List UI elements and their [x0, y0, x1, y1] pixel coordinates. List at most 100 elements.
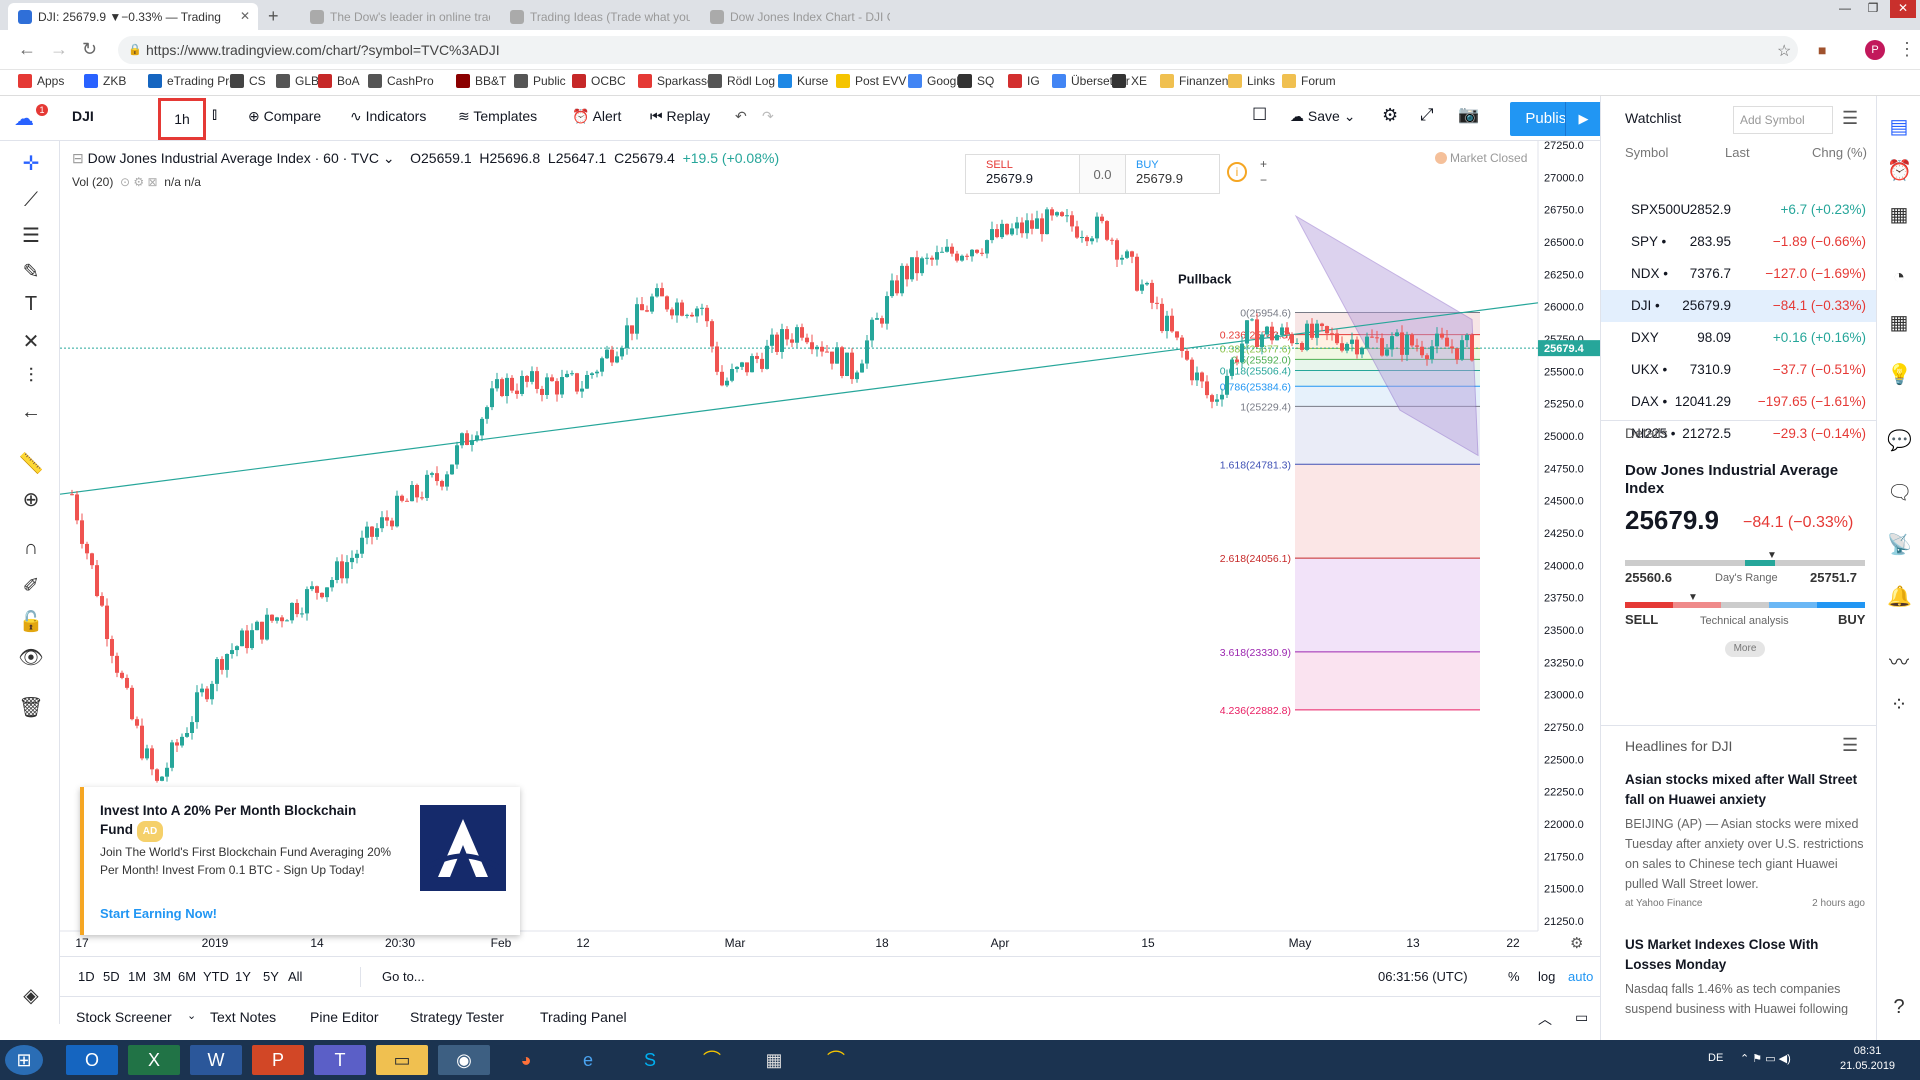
bookmark-item[interactable]: Finanzen: [1160, 74, 1228, 88]
horizontal-lines-icon[interactable]: ☰: [18, 223, 44, 248]
goto-button[interactable]: Go to...: [382, 969, 425, 984]
rainbow-app-icon[interactable]: ⌒: [686, 1045, 738, 1075]
clock[interactable]: 08:31 21.05.2019: [1840, 1044, 1895, 1074]
brush-icon[interactable]: ✎: [18, 259, 44, 284]
start-button-icon[interactable]: ⊞: [5, 1045, 43, 1075]
auto-scale-button[interactable]: auto: [1568, 969, 1593, 984]
lock-drawings-icon[interactable]: 🔓: [18, 609, 44, 634]
calendar-icon[interactable]: ▦: [1887, 310, 1911, 335]
collapse-icon[interactable]: ⊟: [72, 150, 88, 166]
dom-icon[interactable]: ⁘: [1887, 692, 1911, 717]
watchlist-menu-icon[interactable]: ☰: [1842, 108, 1858, 129]
browser-tab[interactable]: Trading Ideas (Trade what you s: [500, 3, 690, 30]
url-field[interactable]: 🔒 https://www.tradingview.com/chart/?symb…: [118, 36, 1798, 64]
watchlist-row[interactable]: SPY • 283.95 −1.89 (−0.66%): [1601, 226, 1876, 258]
ideas-bulb-icon[interactable]: 💡: [1887, 362, 1912, 387]
bookmark-item[interactable]: Apps: [18, 74, 64, 88]
new-tab-icon[interactable]: +: [268, 6, 279, 27]
news-item[interactable]: Asian stocks mixed after Wall Street fal…: [1625, 770, 1865, 909]
ie-icon[interactable]: e: [562, 1045, 614, 1075]
language-indicator[interactable]: DE: [1708, 1052, 1723, 1064]
magnet-icon[interactable]: ∩: [18, 537, 44, 560]
bookmark-item[interactable]: Kurse: [778, 74, 828, 88]
bookmark-item[interactable]: ZKB: [84, 74, 126, 88]
interval-selector[interactable]: 1h: [158, 98, 206, 140]
panel-tab-text-notes[interactable]: Text Notes: [210, 1009, 276, 1025]
sell-button[interactable]: SELL 25679.9: [965, 154, 1080, 194]
chevron-down-icon[interactable]: ⌄: [383, 150, 395, 166]
ruler-icon[interactable]: 📏: [18, 451, 44, 476]
browser-tab[interactable]: Dow Jones Index Chart - DJI Q...: [700, 3, 890, 30]
trash-icon[interactable]: 🗑: [18, 695, 44, 720]
range-button-6m[interactable]: 6M: [178, 969, 196, 984]
watchlist-row[interactable]: DJI • 25679.9 −84.1 (−0.33%): [1601, 290, 1876, 322]
tray-icons[interactable]: ⌃ ⚑ ▭ ◀): [1740, 1052, 1791, 1065]
calculator-icon[interactable]: ▦: [748, 1045, 800, 1075]
chats-icon[interactable]: 💬: [1887, 428, 1912, 453]
bookmark-item[interactable]: Public: [514, 74, 566, 88]
bookmark-item[interactable]: OCBC: [572, 74, 626, 88]
object-tree-icon[interactable]: ◈: [18, 983, 44, 1008]
templates-button[interactable]: ≋ Templates: [458, 108, 537, 125]
range-button-ytd[interactable]: YTD: [203, 969, 229, 984]
quantity-stepper[interactable]: + −: [1260, 156, 1267, 188]
col-symbol[interactable]: Symbol: [1625, 145, 1668, 160]
col-last[interactable]: Last: [1725, 145, 1750, 160]
log-scale-button[interactable]: log: [1538, 969, 1555, 984]
ad-banner[interactable]: Invest Into A 20% Per Month Blockchain F…: [80, 787, 520, 935]
range-button-1y[interactable]: 1Y: [235, 969, 251, 984]
headlines-menu-icon[interactable]: ☰: [1842, 735, 1858, 756]
arrow-left-icon[interactable]: ←: [18, 401, 44, 424]
range-button-1m[interactable]: 1M: [128, 969, 146, 984]
price-axis[interactable]: [1538, 141, 1600, 956]
snapshot-camera-icon[interactable]: 📷: [1458, 105, 1479, 125]
chrome-icon[interactable]: ◉: [438, 1045, 490, 1075]
pullback-annotation[interactable]: Pullback: [1178, 271, 1232, 286]
alerts-clock-icon[interactable]: ⏰: [1887, 158, 1912, 183]
text-tool-icon[interactable]: T: [18, 293, 44, 316]
profile-avatar[interactable]: P: [1865, 40, 1885, 60]
replay-button[interactable]: ⏮ Replay: [650, 108, 710, 125]
panel-tab-stock-screener[interactable]: Stock Screener: [76, 1009, 172, 1025]
bookmark-item[interactable]: CS: [230, 74, 266, 88]
zoom-icon[interactable]: ⊕: [18, 487, 44, 512]
col-change[interactable]: Chng (%): [1812, 145, 1867, 160]
more-button[interactable]: More: [1725, 641, 1765, 657]
watchlist-row[interactable]: DAX • 12041.29 −197.65 (−1.61%): [1601, 386, 1876, 418]
watchlist-row[interactable]: UKX • 7310.9 −37.7 (−0.51%): [1601, 354, 1876, 386]
series-title[interactable]: Dow Jones Industrial Average Index · 60 …: [88, 150, 379, 166]
hotlists-icon[interactable]: ◔: [1887, 266, 1911, 289]
range-button-1d[interactable]: 1D: [78, 969, 95, 984]
range-button-3m[interactable]: 3M: [153, 969, 171, 984]
settings-gear-icon[interactable]: ⚙: [1382, 105, 1398, 126]
bookmark-item[interactable]: BB&T: [456, 74, 506, 88]
fullscreen-icon[interactable]: ⤢: [1420, 105, 1434, 125]
volume-title[interactable]: Vol (20): [72, 175, 113, 189]
watchlist-icon[interactable]: ▤: [1887, 114, 1911, 139]
alert-button[interactable]: ⏰ Alert: [572, 108, 621, 125]
range-button-all[interactable]: All: [288, 969, 302, 984]
tradingview-logo-icon[interactable]: ☁: [14, 106, 34, 131]
news-item[interactable]: US Market Indexes Close With Losses Mond…: [1625, 935, 1865, 1015]
extension-icon[interactable]: ■: [1818, 42, 1826, 58]
maximize-icon[interactable]: ❐: [1860, 0, 1886, 18]
panel-tab-trading-panel[interactable]: Trading Panel: [540, 1009, 627, 1025]
axis-settings-gear-icon[interactable]: ⚙: [1570, 935, 1583, 952]
menu-icon[interactable]: ⋮: [1898, 39, 1916, 60]
notifications-bell-icon[interactable]: 🔔: [1887, 584, 1912, 609]
hide-drawings-eye-icon[interactable]: 👁: [18, 645, 44, 670]
bookmark-item[interactable]: CashPro: [368, 74, 434, 88]
reload-icon[interactable]: ↻: [82, 39, 97, 60]
word-icon[interactable]: W: [190, 1045, 242, 1075]
explorer-icon[interactable]: ▭: [376, 1045, 428, 1075]
chevron-down-icon[interactable]: ⌄: [187, 1009, 196, 1022]
browser-tab[interactable]: The Dow's leader in online tradi: [300, 3, 490, 30]
buy-button[interactable]: BUY 25679.9: [1125, 154, 1220, 194]
trend-line-icon[interactable]: ⟋: [18, 189, 44, 212]
range-button-5y[interactable]: 5Y: [263, 969, 279, 984]
bar-style-icon[interactable]: ⫾: [212, 106, 217, 124]
symbol-search[interactable]: DJI: [72, 108, 94, 124]
bookmark-item[interactable]: Rödl Log: [708, 74, 775, 88]
panel-tab-strategy-tester[interactable]: Strategy Tester: [410, 1009, 504, 1025]
redo-icon[interactable]: ↷: [762, 108, 774, 125]
